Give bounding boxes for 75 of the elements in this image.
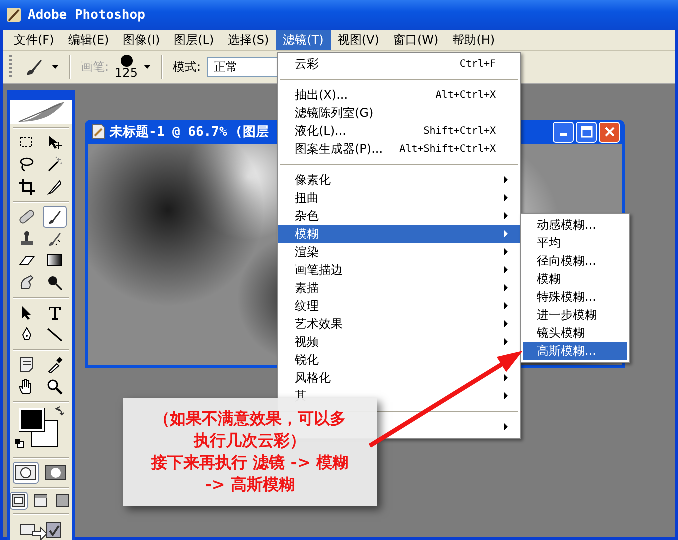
window-mode-icon[interactable] <box>32 492 50 510</box>
submenu-arrow-icon <box>504 338 508 346</box>
menu-item[interactable]: 文件(F) <box>7 30 62 50</box>
close-icon <box>604 126 616 138</box>
maximize-icon <box>580 126 592 138</box>
minimize-button[interactable] <box>553 122 574 142</box>
menu-item[interactable]: 选择(S) <box>221 30 276 50</box>
menu-item[interactable]: 进一步模糊 <box>523 306 627 324</box>
submenu-arrow-icon <box>504 284 508 292</box>
menu-item[interactable]: 编辑(E) <box>61 30 116 50</box>
menu-item[interactable]: 图案生成器(P)... Alt+Shift+Ctrl+X <box>278 140 520 158</box>
document-icon <box>92 124 106 140</box>
menu-item[interactable]: 图层(L) <box>167 30 222 50</box>
window-mode-icon[interactable] <box>10 492 28 510</box>
menu-item[interactable]: 像素化 <box>278 171 520 189</box>
menu-item[interactable]: 杂色 <box>278 207 520 225</box>
menu-item[interactable]: 画笔描边 <box>278 261 520 279</box>
menu-item[interactable]: 视频 <box>278 333 520 351</box>
annotation-text: -> 高斯模糊 <box>205 474 295 496</box>
menu-item[interactable]: 图像(I) <box>116 30 168 50</box>
default-colors-icon[interactable] <box>15 439 24 448</box>
menu-item[interactable]: 抽出(X)... Alt+Ctrl+X <box>278 86 520 104</box>
annotation-text: （如果不满意效果，可以多 <box>154 408 346 430</box>
menu-item[interactable]: 扭曲 <box>278 189 520 207</box>
caret-icon[interactable] <box>144 65 151 69</box>
menu-item[interactable]: 径向模糊... <box>523 252 627 270</box>
minimize-icon <box>560 133 567 136</box>
menu-item[interactable]: 其 <box>278 387 520 405</box>
toolbar-grip[interactable] <box>9 55 12 79</box>
submenu-arrow-icon <box>504 212 508 220</box>
brush-picker[interactable]: 125 <box>115 55 138 79</box>
menu-item[interactable]: 窗口(W) <box>386 30 446 50</box>
brush-icon[interactable] <box>43 206 67 228</box>
window-mode-icon[interactable] <box>54 492 72 510</box>
menu-item[interactable]: 滤镜(T) <box>276 30 331 50</box>
menu-item[interactable]: 模糊 <box>278 225 520 243</box>
submenu-arrow-icon <box>504 266 508 274</box>
menu-item[interactable]: 特殊模糊... <box>523 288 627 306</box>
annotation-text: 执行几次云彩） <box>194 430 306 452</box>
submenu-arrow-icon <box>504 176 508 184</box>
brush-tip-icon <box>120 55 132 67</box>
submenu-arrow-icon[interactable] <box>504 423 508 431</box>
submenu-arrow-icon <box>504 302 508 310</box>
menu-item[interactable]: 平均 <box>523 234 627 252</box>
submenu-arrow-icon <box>504 248 508 256</box>
jump-to-icon[interactable] <box>19 520 63 540</box>
submenu-arrow-icon <box>504 194 508 202</box>
menu-item[interactable]: 模糊 <box>523 270 627 288</box>
menu-item[interactable]: 风格化 <box>278 369 520 387</box>
maximize-button[interactable] <box>576 122 597 142</box>
swap-arrows-icon[interactable] <box>55 406 65 416</box>
close-button[interactable] <box>599 122 620 142</box>
brush-label: 画笔: <box>81 58 110 76</box>
menu-item[interactable]: 镜头模糊 <box>523 324 627 342</box>
menu-item[interactable]: 渲染 <box>278 243 520 261</box>
color-swatches[interactable] <box>18 407 58 447</box>
caret-icon[interactable] <box>52 65 59 69</box>
menu-item[interactable]: 动感模糊... <box>523 216 627 234</box>
submenu-arrow-icon <box>504 374 508 382</box>
window-title: Adobe Photoshop <box>28 8 146 22</box>
mode-label: 模式: <box>172 58 201 76</box>
menu-item[interactable]: 帮助(H) <box>446 30 502 50</box>
menu-item[interactable]: 纹理 <box>278 297 520 315</box>
menu-item[interactable]: 艺术效果 <box>278 315 520 333</box>
submenu-arrow-icon <box>504 230 508 238</box>
menu-item[interactable]: 高斯模糊... <box>523 342 627 360</box>
submenu-arrow-icon <box>504 320 508 328</box>
standard-mode-icon[interactable] <box>13 462 39 484</box>
annotation-text: 接下来再执行 滤镜 -> 模糊 <box>152 452 348 474</box>
menu-item[interactable]: 素描 <box>278 279 520 297</box>
menu-item[interactable]: 液化(L)... Shift+Ctrl+X <box>278 122 520 140</box>
menu-item[interactable]: 视图(V) <box>330 30 386 50</box>
menu-item[interactable]: 滤镜陈列室(G) <box>278 104 520 122</box>
document-title: 未标题-1 @ 66.7% (图层 <box>110 124 269 141</box>
submenu-arrow-icon <box>504 392 508 400</box>
